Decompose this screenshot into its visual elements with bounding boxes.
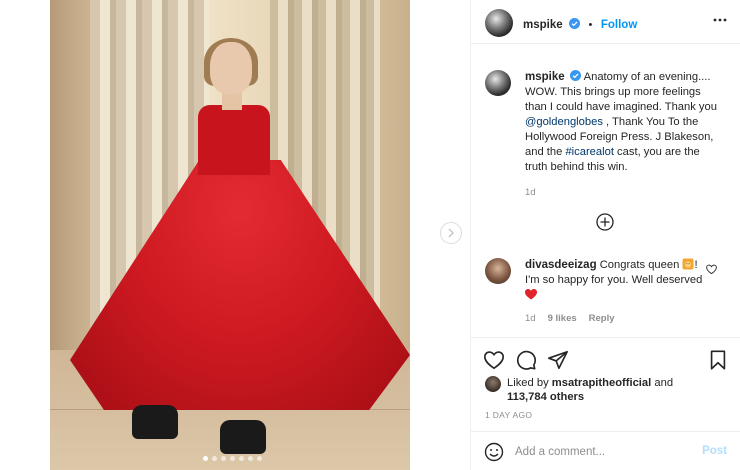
- caption-hashtag-link[interactable]: #icarealot: [565, 146, 614, 158]
- carousel-dot: [257, 456, 262, 461]
- post-header: mspike • Follow: [471, 0, 740, 44]
- carousel-dot: [230, 456, 235, 461]
- post-comment-button[interactable]: Post: [702, 445, 727, 457]
- boot-right: [220, 420, 266, 454]
- liked-by: Liked by msatrapitheofficial and 113,784…: [507, 376, 727, 404]
- commenter-avatar[interactable]: [485, 258, 511, 284]
- follow-button[interactable]: Follow: [601, 19, 637, 31]
- liked-by-and: and: [651, 377, 674, 389]
- header-separator: •: [588, 19, 593, 31]
- header-user-line: mspike • Follow: [523, 15, 637, 33]
- share-icon[interactable]: [547, 349, 569, 371]
- post-media-pane: [0, 0, 470, 470]
- verified-badge-icon: [569, 18, 581, 29]
- add-comment-bar: Post: [471, 431, 740, 470]
- heart-outline-icon[interactable]: [706, 264, 717, 275]
- comment-username[interactable]: divasdeeizag: [525, 259, 597, 271]
- comment-reply-button[interactable]: Reply: [589, 313, 615, 324]
- header-username[interactable]: mspike: [523, 19, 563, 31]
- red-heart-emoji-icon: [525, 289, 537, 300]
- carousel-dot: [239, 456, 244, 461]
- caption-age[interactable]: 1d: [525, 185, 725, 200]
- caption-username[interactable]: mspike: [525, 71, 565, 83]
- verified-badge-icon: [569, 70, 581, 81]
- carousel-dots: [203, 456, 262, 461]
- liked-by-count[interactable]: 113,784 others: [507, 391, 584, 403]
- liked-by-avatar[interactable]: [485, 376, 501, 392]
- next-photo-button[interactable]: [440, 222, 462, 244]
- post-timestamp[interactable]: 1 DAY AGO: [485, 410, 532, 420]
- comment-likes[interactable]: 9 likes: [548, 313, 577, 324]
- liked-by-user[interactable]: msatrapitheofficial: [552, 377, 651, 389]
- carousel-dot: [212, 456, 217, 461]
- figure-head: [210, 42, 252, 94]
- carousel-dot: [248, 456, 253, 461]
- bookmark-icon[interactable]: [707, 349, 729, 371]
- boot-left: [132, 405, 178, 439]
- actions-divider: [471, 337, 740, 338]
- comment-age[interactable]: 1d: [525, 313, 536, 324]
- more-options-icon[interactable]: [713, 13, 727, 27]
- post-caption: mspike Anatomy of an evening.... WOW. Th…: [525, 70, 725, 200]
- heart-outline-icon[interactable]: [483, 349, 505, 371]
- carousel-dot: [221, 456, 226, 461]
- comment-icon[interactable]: [515, 349, 537, 371]
- comment: divasdeeizag Congrats queen ! I'm so hap…: [525, 258, 705, 303]
- emoji-icon[interactable]: [484, 442, 504, 462]
- post-photo[interactable]: [50, 0, 410, 470]
- liked-by-prefix: Liked by: [507, 377, 552, 389]
- caption-author-avatar[interactable]: [485, 70, 511, 96]
- comment-text: Congrats queen: [599, 259, 683, 271]
- add-circle-icon[interactable]: [596, 213, 614, 231]
- next-arrow-icon: [448, 228, 455, 238]
- dress-bodice: [198, 105, 270, 175]
- caption-mention-link[interactable]: @goldenglobes: [525, 116, 603, 128]
- carousel-dot: [203, 456, 208, 461]
- author-avatar[interactable]: [485, 9, 513, 37]
- post-side-panel: mspike • Follow mspike Anatomy of an eve…: [470, 0, 740, 470]
- comment-input[interactable]: [515, 443, 685, 461]
- comment-meta: 1d 9 likes Reply: [525, 313, 615, 324]
- lion-emoji-icon: [682, 258, 694, 270]
